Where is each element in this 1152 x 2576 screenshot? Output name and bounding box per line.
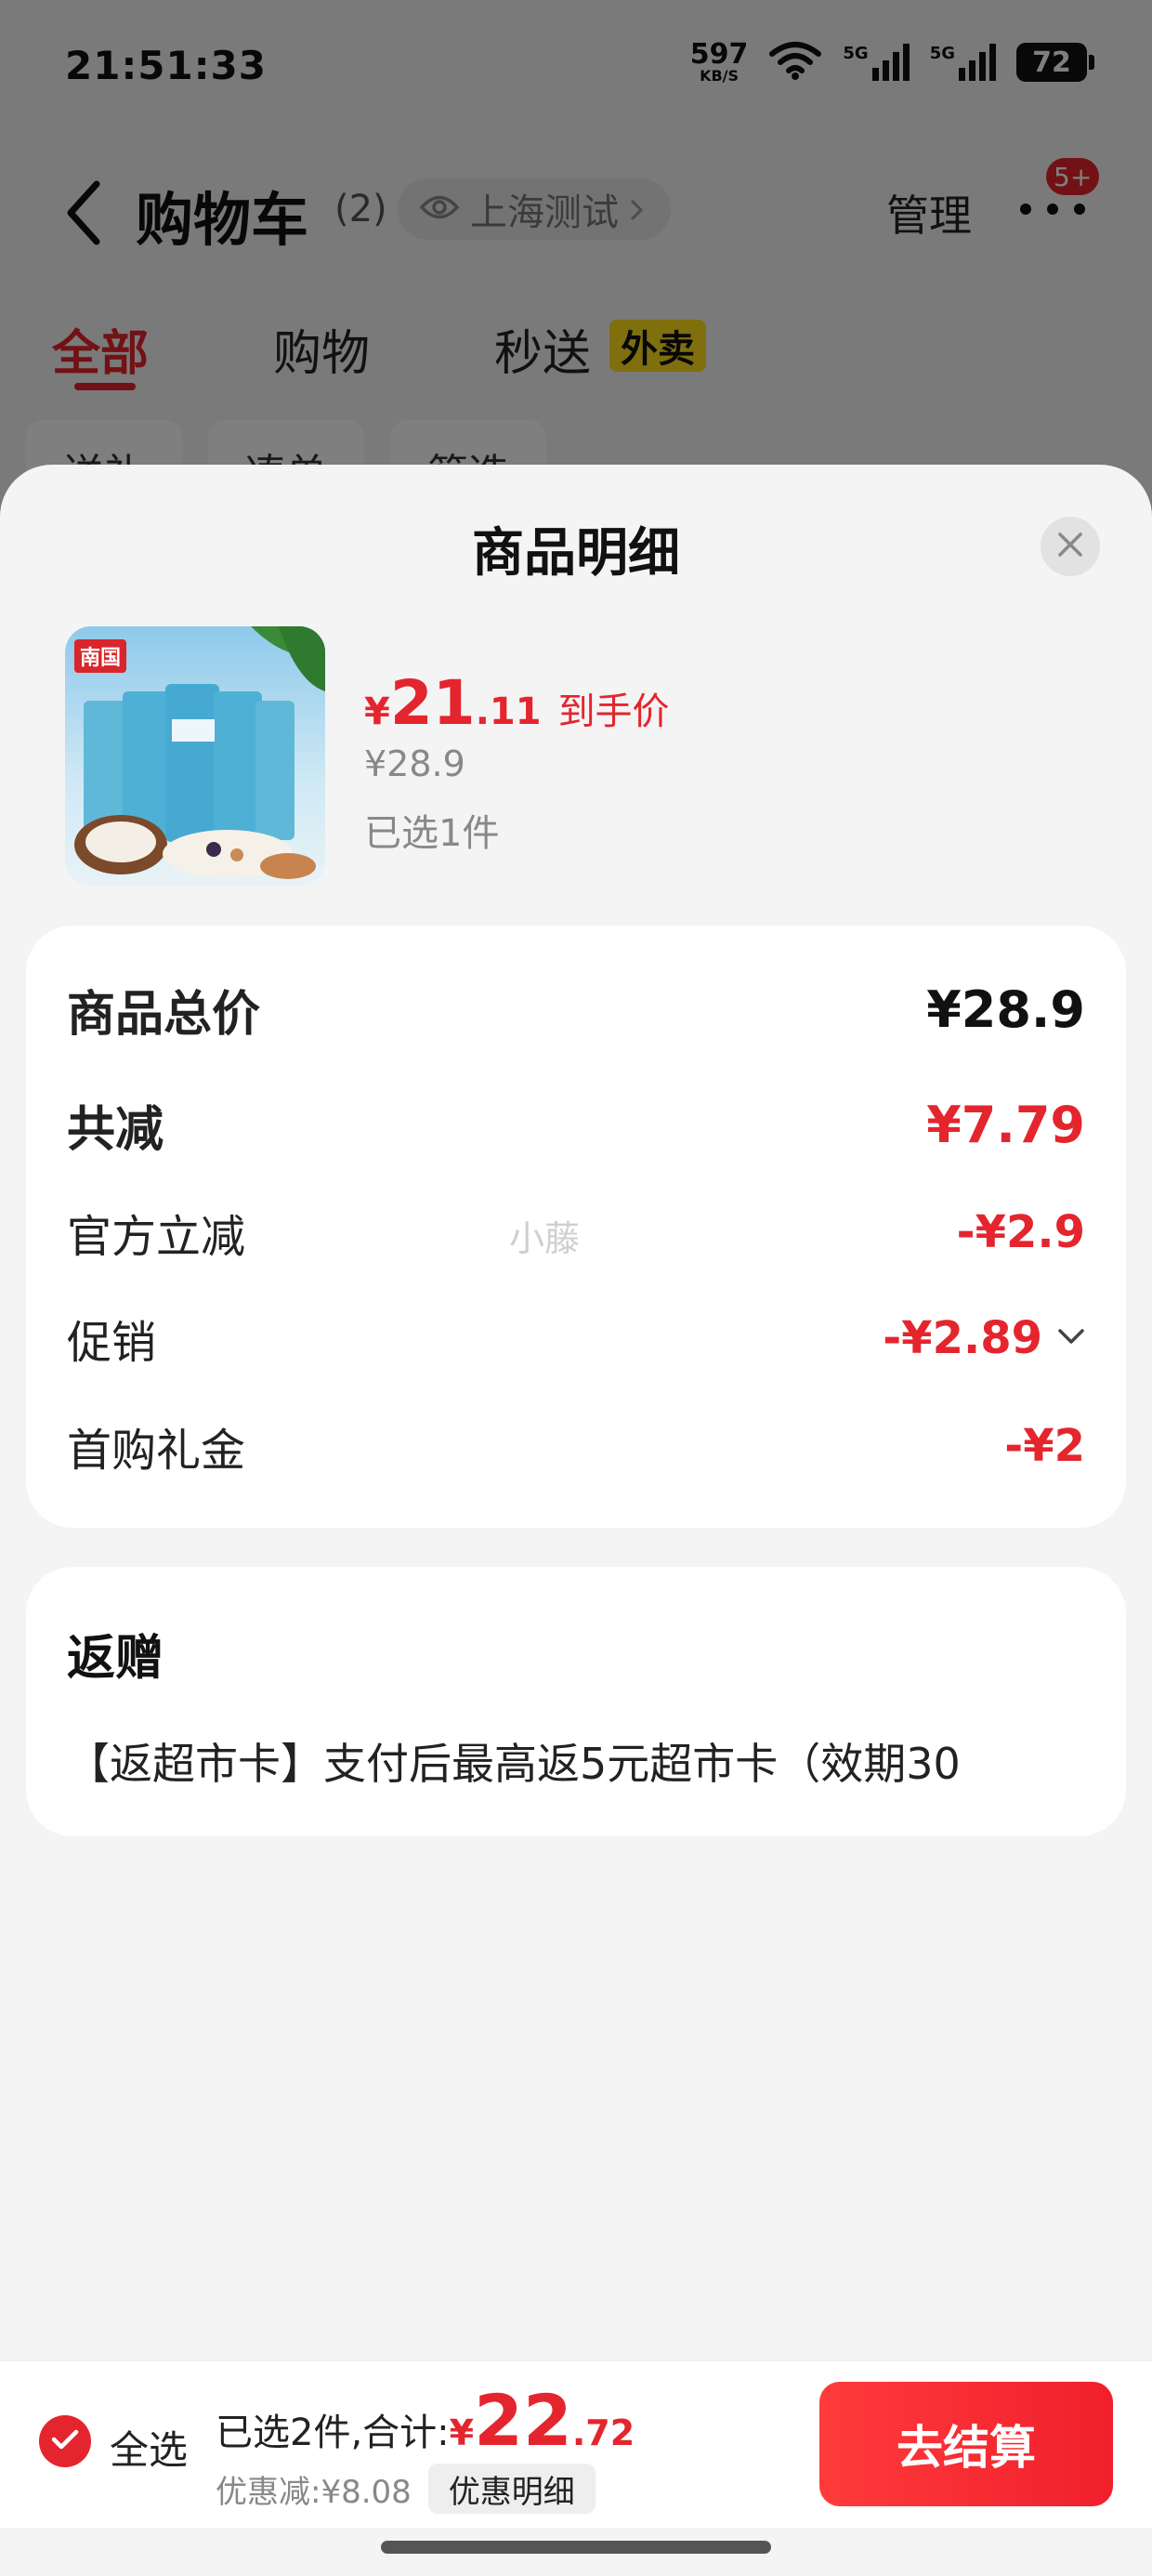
row-promotion[interactable]: 促销 -¥2.89 [67,1301,1085,1375]
row-value: -¥2.9 [956,1206,1085,1258]
row-label: 商品总价 [67,986,261,1043]
brand-logo: 南国 [74,639,127,673]
watermark: 小藤 [509,1218,581,1259]
original-price: ¥28.9 [364,743,465,784]
checkout-bar: 全选 已选2件,合计: ¥ 22 .72 优惠减:¥8.08 优惠明细 去结算 [0,2360,1152,2528]
total-label: 已选2件,合计: [216,2412,450,2454]
product-summary: 南国 ¥ 21 .11 到手价 ¥28.9 已选1件 [65,626,1087,888]
row-total-discount: 共减 ¥7.79 [67,1087,1085,1162]
total-integer: 22 [474,2379,572,2462]
total-currency: ¥ [449,2412,475,2453]
price-breakdown-card: 商品总价 ¥28.9 共减 ¥7.79 官方立减 -¥2.9 小藤 促销 -¥2… [26,926,1126,1528]
discount-amount: 优惠减:¥8.08 [216,2473,412,2511]
discount-detail-button[interactable]: 优惠明细 [427,2464,596,2514]
gift-card: 返赠 【返超市卡】支付后最高返5元超市卡（效期30 [26,1567,1126,1836]
checkout-button[interactable]: 去结算 [819,2382,1113,2506]
row-value: -¥2 [1004,1420,1085,1472]
row-label: 官方立减 [67,1211,246,1263]
selected-count: 已选1件 [364,812,500,855]
gift-description: 【返超市卡】支付后最高返5元超市卡（效期30 [67,1739,961,1789]
final-price: ¥ 21 .11 到手价 [364,667,670,739]
close-button[interactable] [1041,517,1100,576]
price-integer: 21 [389,667,476,739]
chevron-down-icon[interactable] [1057,1327,1085,1349]
close-icon [1056,531,1084,562]
total-decimal: .72 [571,2412,635,2453]
row-label: 促销 [67,1317,157,1369]
row-label: 共减 [67,1101,164,1158]
final-price-label: 到手价 [557,690,670,733]
product-detail-sheet: 商品明细 南国 ¥ 21 .11 到手价 ¥28.9 已选1件 商品总价 ¥28… [0,465,1152,2576]
gift-title: 返赠 [67,1631,164,1687]
checkmark-icon [51,2428,79,2454]
home-indicator[interactable] [381,2541,771,2554]
total-summary: 已选2件,合计: ¥ 22 .72 [216,2385,635,2456]
promotion-value-wrap: -¥2.89 [883,1312,1085,1364]
select-all-label[interactable]: 全选 [110,2419,188,2476]
price-currency: ¥ [364,690,390,733]
discount-line: 优惠减:¥8.08 优惠明细 [216,2464,596,2514]
row-value: ¥28.9 [926,979,1085,1039]
row-value: ¥7.79 [926,1095,1085,1154]
row-total-price: 商品总价 ¥28.9 [67,972,1085,1046]
product-image: 南国 [65,626,325,887]
row-value: -¥2.89 [883,1312,1042,1364]
sheet-title: 商品明细 [472,523,680,584]
row-first-purchase-gift: 首购礼金 -¥2 [67,1409,1085,1483]
select-all-checkbox[interactable] [39,2415,91,2467]
price-decimal: .11 [475,690,542,733]
row-label: 首购礼金 [67,1425,246,1477]
